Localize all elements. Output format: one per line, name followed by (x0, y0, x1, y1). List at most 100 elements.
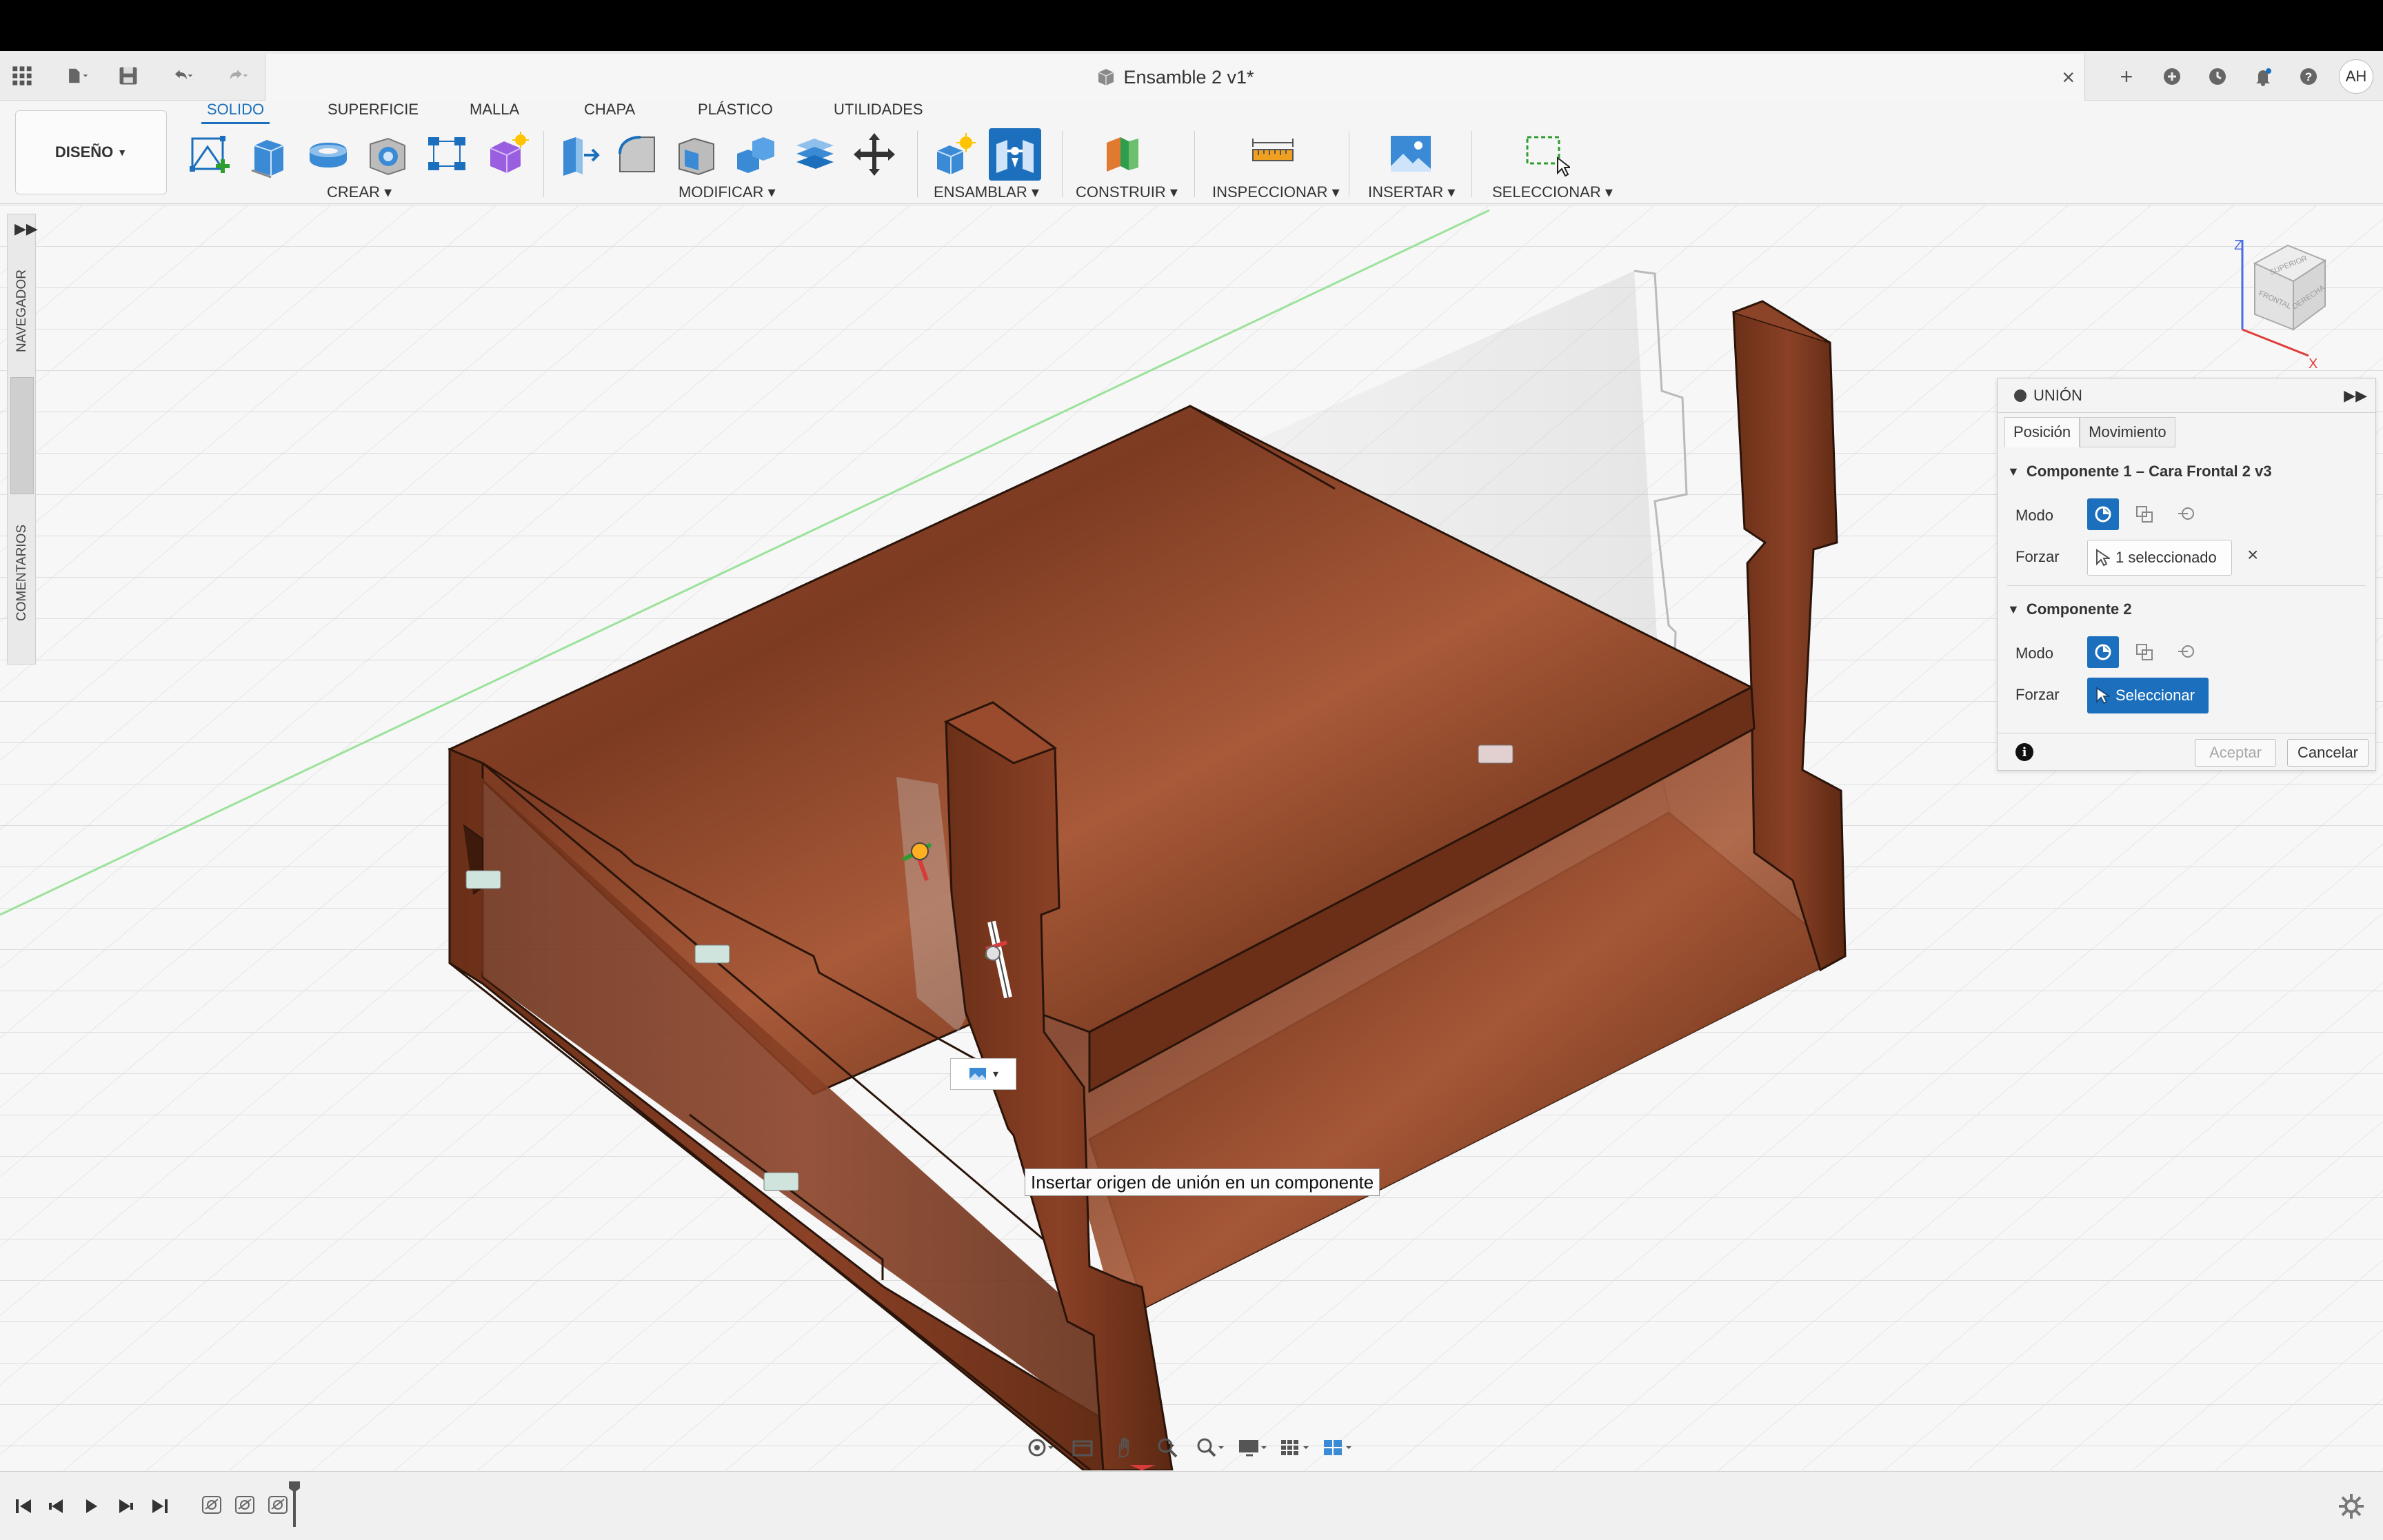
group-modificar-label: MODIFICAR (678, 183, 764, 201)
step-back-icon[interactable] (43, 1492, 70, 1520)
zoom-icon[interactable] (1151, 1432, 1184, 1463)
go-to-end-icon[interactable] (146, 1492, 174, 1520)
joint-dialog: UNIÓN ▶▶ Posición Movimiento ▼ Component… (1997, 378, 2376, 771)
expand-browser-icon[interactable]: ▶▶ (14, 220, 38, 238)
info-icon[interactable]: i (2015, 743, 2033, 761)
press-pull-icon[interactable] (552, 128, 604, 181)
view-cube[interactable]: Z X SUPERIOR FRONTAL DERECHA (2234, 233, 2331, 372)
joint-icon[interactable] (989, 128, 1041, 181)
timeline-feature-icon[interactable] (232, 1491, 259, 1519)
group-crear-label: CREAR (327, 183, 381, 201)
comentarios-label[interactable]: COMENTARIOS (10, 504, 34, 642)
redo-icon[interactable] (215, 61, 259, 91)
grid-settings-icon[interactable] (1279, 1432, 1312, 1463)
shell-icon[interactable] (670, 128, 723, 181)
zoom-window-icon[interactable] (1194, 1432, 1227, 1463)
workspace-label: DISEÑO (54, 143, 114, 161)
file-menu-icon[interactable] (55, 61, 99, 91)
component-1-selection[interactable]: 1 seleccionado (2087, 540, 2232, 576)
save-icon[interactable] (113, 61, 143, 91)
timeline-marker[interactable] (288, 1481, 301, 1527)
orbit-icon[interactable] (1023, 1432, 1056, 1463)
play-icon[interactable] (77, 1492, 105, 1520)
new-component-icon[interactable] (929, 128, 982, 181)
step-forward-icon[interactable] (112, 1492, 139, 1520)
group-inspeccionar-label: INSPECCIONAR (1212, 183, 1328, 201)
mode-two-edge-icon[interactable] (2170, 498, 2202, 530)
joint-snap-menu[interactable]: ▾ (950, 1058, 1016, 1090)
user-avatar[interactable]: AH (2339, 59, 2373, 94)
revolve-icon[interactable] (302, 128, 354, 181)
dialog-status-icon (2014, 389, 2027, 402)
pan-icon[interactable] (1109, 1432, 1142, 1463)
expand-dialog-icon[interactable]: ▶▶ (2344, 387, 2367, 405)
offset-face-icon[interactable] (789, 128, 841, 181)
app-grid-icon[interactable] (7, 61, 37, 91)
display-settings-icon[interactable] (1236, 1432, 1269, 1463)
mode-simple-icon[interactable] (2087, 498, 2119, 530)
tab-solido[interactable]: SOLIDO (201, 101, 270, 124)
mode-two-edge-icon[interactable] (2170, 636, 2202, 668)
new-tab-icon[interactable]: + (2111, 61, 2142, 92)
create-sketch-icon[interactable] (185, 128, 237, 181)
ribbon-separator (543, 131, 544, 197)
mode-between-icon[interactable] (2129, 636, 2160, 668)
tab-utilidades[interactable]: UTILIDADES (834, 101, 923, 119)
navegador-label[interactable]: NAVEGADOR (10, 256, 34, 366)
group-ensamblar[interactable]: ENSAMBLAR ▾ (934, 183, 1039, 201)
offset-plane-icon[interactable] (1098, 128, 1150, 181)
help-icon[interactable]: ? (2293, 61, 2324, 92)
group-construir[interactable]: CONSTRUIR ▾ (1076, 183, 1178, 201)
group-seleccionar[interactable]: SELECCIONAR ▾ (1492, 183, 1613, 201)
mode-simple-icon[interactable] (2087, 636, 2119, 668)
measure-icon[interactable] (1247, 128, 1299, 181)
toolbar-ribbon: DISEÑO ▼ SOLIDO SUPERFICIE MALLA CHAPA PL… (0, 101, 2383, 204)
timeline-feature-icon[interactable] (199, 1491, 226, 1519)
tab-movimiento[interactable]: Movimiento (2080, 417, 2175, 447)
group-insertar[interactable]: INSERTAR ▾ (1368, 183, 1455, 201)
combine-icon[interactable] (730, 128, 782, 181)
window-select-icon[interactable] (1520, 128, 1572, 181)
group-modificar[interactable]: MODIFICAR ▾ (678, 183, 776, 201)
fillet-icon[interactable] (611, 128, 663, 181)
mode-between-icon[interactable] (2129, 498, 2160, 530)
browser-grip[interactable] (10, 377, 34, 494)
dialog-footer: i Aceptar Cancelar (1998, 733, 2375, 770)
accept-button[interactable]: Aceptar (2195, 739, 2276, 767)
component-2-section[interactable]: ▼ Componente 2 (2007, 600, 2132, 618)
navigation-bar (1023, 1431, 1354, 1464)
undo-icon[interactable] (160, 61, 204, 91)
extensions-icon[interactable] (2157, 61, 2187, 92)
notifications-icon[interactable] (2248, 61, 2278, 92)
ribbon-separator (1194, 131, 1195, 197)
joint-dialog-header[interactable]: UNIÓN ▶▶ (1998, 378, 2375, 413)
insert-image-icon[interactable] (1385, 128, 1437, 181)
tab-chapa[interactable]: CHAPA (584, 101, 635, 119)
component-1-title: Componente 1 – Cara Frontal 2 v3 (2026, 463, 2272, 480)
form-icon[interactable] (480, 128, 532, 181)
go-to-start-icon[interactable] (10, 1492, 37, 1520)
look-at-icon[interactable] (1066, 1432, 1099, 1463)
sweep-icon[interactable] (361, 128, 414, 181)
group-inspeccionar[interactable]: INSPECCIONAR ▾ (1212, 183, 1340, 201)
close-tab-icon[interactable]: × (2062, 65, 2075, 90)
extrude-icon[interactable] (243, 128, 295, 181)
pattern-icon[interactable] (421, 128, 473, 181)
workspace-switcher[interactable]: DISEÑO ▼ (15, 110, 167, 194)
tab-plastico[interactable]: PLÁSTICO (698, 101, 773, 119)
clear-selection-icon[interactable]: × (2247, 544, 2258, 566)
tab-superficie[interactable]: SUPERFICIE (328, 101, 419, 119)
move-icon[interactable] (848, 128, 901, 181)
timeline-bar (0, 1471, 2383, 1540)
cancel-button[interactable]: Cancelar (2287, 739, 2369, 767)
tab-malla[interactable]: MALLA (470, 101, 519, 119)
component-2-selection[interactable]: Seleccionar (2087, 678, 2209, 713)
tab-posicion[interactable]: Posición (2004, 417, 2080, 447)
document-tab[interactable]: Ensamble 2 v1* × (265, 54, 2085, 101)
component-1-selection-text: 1 seleccionado (2115, 549, 2217, 566)
component-1-section[interactable]: ▼ Componente 1 – Cara Frontal 2 v3 (2007, 463, 2272, 480)
viewports-icon[interactable] (1321, 1432, 1354, 1463)
timeline-settings-gear-icon[interactable] (2336, 1491, 2366, 1521)
job-status-icon[interactable] (2202, 61, 2233, 92)
group-crear[interactable]: CREAR ▾ (327, 183, 392, 201)
